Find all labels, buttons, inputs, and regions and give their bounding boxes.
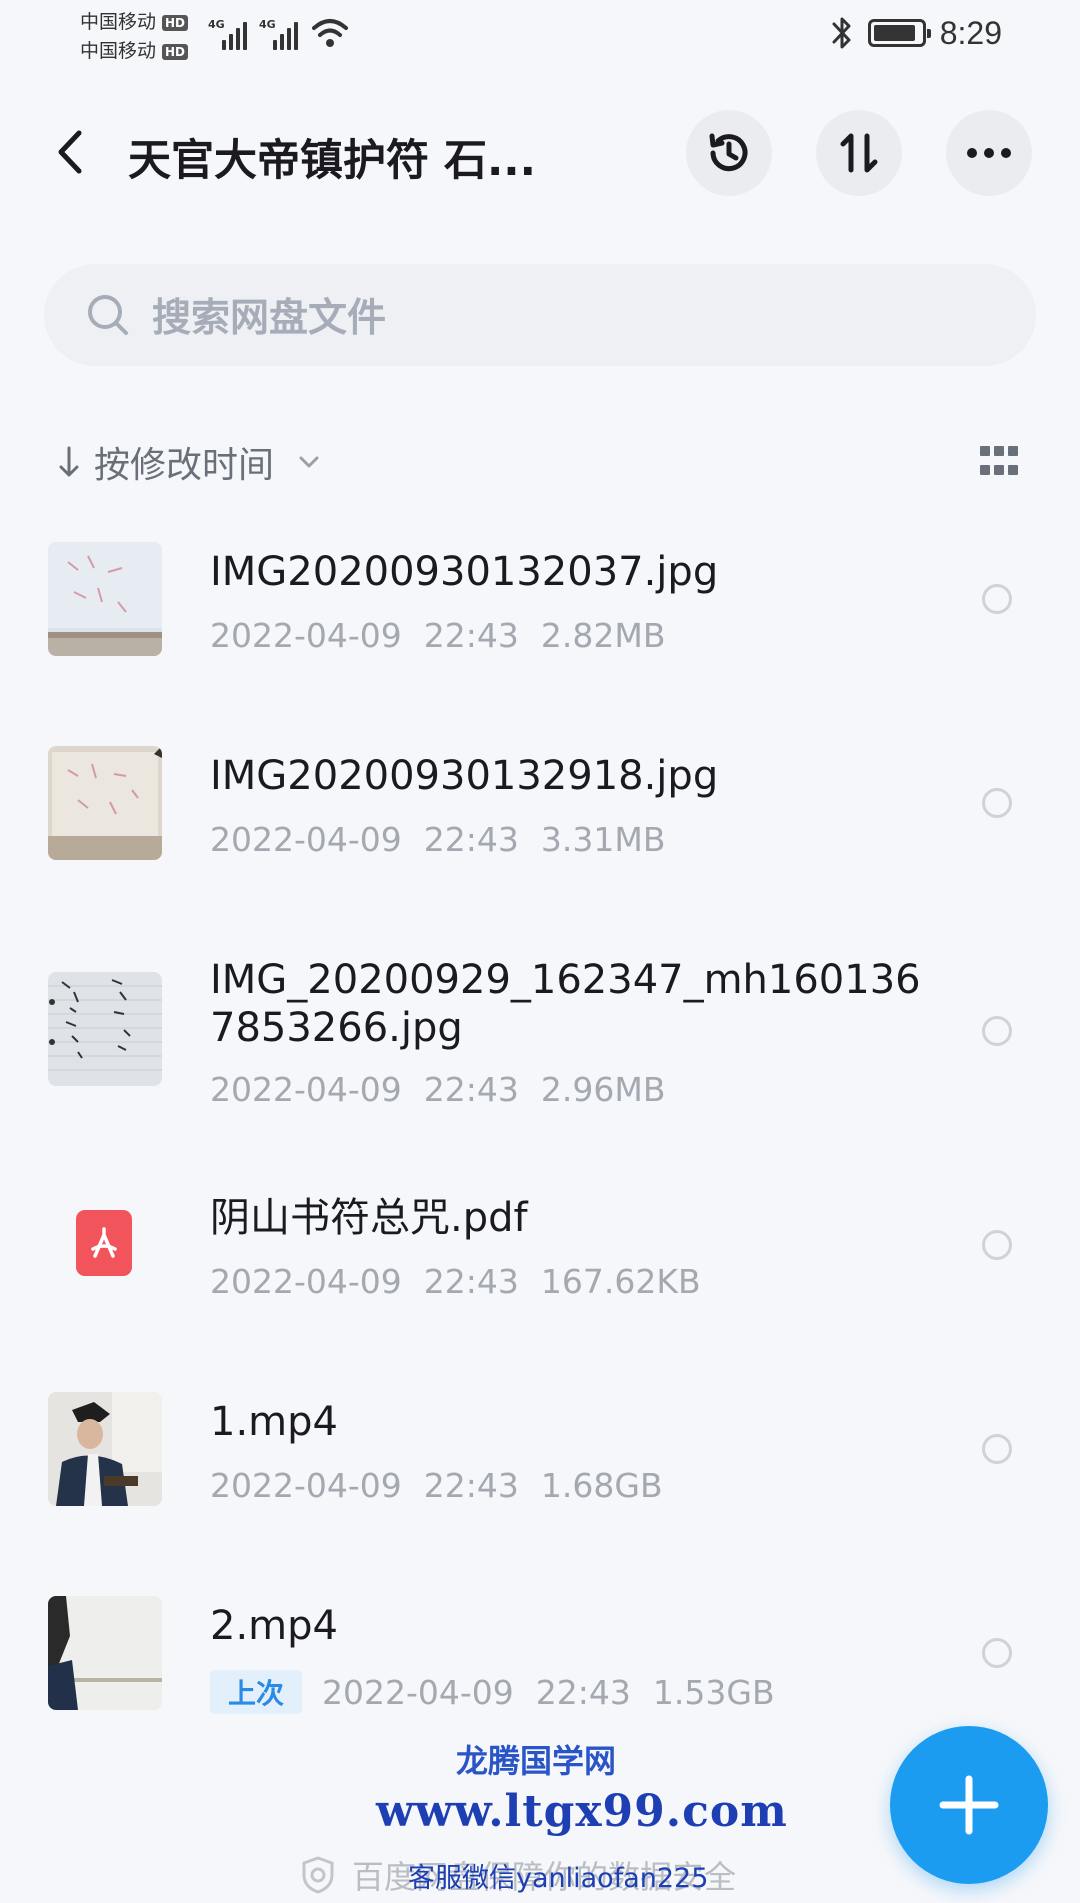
header: 天官大帝镇护符 石... — [0, 100, 1080, 204]
file-name: IMG_20200929_162347_mh1601367853266.jpg — [210, 957, 921, 1051]
battery-icon — [867, 19, 931, 47]
chevron-down-icon — [299, 456, 319, 468]
file-time: 22:43 — [423, 1070, 519, 1109]
grid-view-button[interactable] — [980, 446, 1018, 480]
file-time: 22:43 — [423, 616, 519, 655]
file-row[interactable]: 1.mp4 2022-04-09 22:43 1.68GB — [0, 1380, 1080, 1580]
video-thumbnail — [48, 1392, 162, 1506]
video-thumbnail — [48, 1596, 162, 1710]
hd-badge: HD — [162, 43, 189, 60]
search-icon — [88, 295, 128, 335]
file-size: 167.62KB — [540, 1262, 701, 1301]
chevron-left-icon — [58, 130, 82, 174]
file-meta: 2022-04-09 22:43 1.68GB — [210, 1466, 663, 1505]
signal-icon: 4G — [259, 18, 298, 50]
file-date: 2022-04-09 — [210, 1262, 402, 1301]
file-size: 1.68GB — [540, 1466, 663, 1505]
pdf-icon — [76, 1210, 132, 1276]
file-date: 2022-04-09 — [210, 1070, 402, 1109]
watermark-title: 龙腾国学网 — [456, 1742, 617, 1780]
shield-icon — [302, 1856, 334, 1894]
transfer-button[interactable] — [816, 110, 902, 196]
file-size: 2.96MB — [540, 1070, 666, 1109]
file-meta: 2022-04-09 22:43 167.62KB — [210, 1262, 701, 1301]
carrier-info: 中国移动 HD 中国移动 HD — [80, 8, 189, 66]
watermark-service: 客服微信yanliaofan225 — [408, 1863, 709, 1894]
arrow-down-icon — [59, 446, 79, 477]
clock: 8:29 — [939, 14, 1002, 51]
file-time: 22:43 — [535, 1672, 631, 1712]
back-button[interactable] — [40, 122, 100, 182]
signal-icon: 4G — [208, 18, 247, 50]
file-size: 2.82MB — [540, 616, 666, 655]
carrier-name: 中国移动 — [80, 40, 157, 62]
network-type: 4G — [208, 18, 225, 31]
file-meta: 2022-04-09 22:43 2.82MB — [210, 616, 665, 655]
watermark-url: www.ltgx99.com — [376, 1786, 788, 1837]
wifi-icon — [312, 19, 348, 47]
network-type: 4G — [259, 18, 276, 31]
search-placeholder: 搜索网盘文件 — [152, 296, 387, 341]
file-thumbnail — [48, 542, 162, 656]
bluetooth-icon — [832, 17, 851, 49]
file-name: 2.mp4 — [210, 1603, 338, 1649]
file-row[interactable]: IMG_20200929_162347_mh1601367853266.jpg … — [0, 938, 1080, 1148]
more-button[interactable] — [946, 110, 1032, 196]
select-checkbox[interactable] — [982, 584, 1012, 614]
file-name: 阴山书符总咒.pdf — [210, 1195, 528, 1241]
file-row[interactable]: IMG20200930132918.jpg 2022-04-09 22:43 3… — [0, 734, 1080, 934]
file-thumbnail — [48, 972, 162, 1086]
file-time: 22:43 — [423, 820, 519, 859]
more-icon — [967, 148, 1011, 158]
sort-bar: 按修改时间 — [0, 432, 1080, 496]
signal-indicators: 4G 4G — [208, 16, 350, 50]
hd-badge: HD — [162, 14, 189, 31]
file-name: IMG20200930132918.jpg — [210, 753, 719, 799]
page-title: 天官大帝镇护符 石... — [128, 136, 536, 186]
file-date: 2022-04-09 — [210, 616, 402, 655]
select-checkbox[interactable] — [982, 1434, 1012, 1464]
file-name: 1.mp4 — [210, 1399, 338, 1445]
file-thumbnail — [48, 746, 162, 860]
add-button[interactable] — [890, 1726, 1048, 1884]
plus-icon — [939, 1775, 999, 1835]
file-date: 2022-04-09 — [322, 1672, 514, 1712]
status-bar: 中国移动 HD 中国移动 HD 4G 4G 8:29 — [0, 0, 1080, 72]
file-date: 2022-04-09 — [210, 820, 402, 859]
last-played-badge: 上次 — [210, 1670, 303, 1714]
file-time: 22:43 — [423, 1262, 519, 1301]
transfer-icon — [840, 133, 878, 173]
file-meta: 2022-04-09 22:43 3.31MB — [210, 820, 665, 859]
file-size: 1.53GB — [652, 1672, 775, 1712]
carrier-name: 中国移动 — [80, 11, 157, 33]
select-checkbox[interactable] — [982, 1016, 1012, 1046]
history-icon — [709, 133, 748, 172]
file-name: IMG20200930132037.jpg — [210, 549, 719, 595]
sort-label: 按修改时间 — [94, 445, 275, 486]
file-time: 22:43 — [423, 1466, 519, 1505]
sort-dropdown[interactable]: 按修改时间 — [58, 436, 320, 488]
battery-level — [873, 25, 916, 41]
file-row[interactable]: 阴山书符总咒.pdf 2022-04-09 22:43 167.62KB — [0, 1176, 1080, 1372]
file-meta: 上次 2022-04-09 22:43 1.53GB — [210, 1670, 775, 1714]
file-size: 3.31MB — [540, 820, 666, 859]
search-input[interactable]: 搜索网盘文件 — [44, 264, 1036, 366]
history-button[interactable] — [686, 110, 772, 196]
select-checkbox[interactable] — [982, 1230, 1012, 1260]
select-checkbox[interactable] — [982, 788, 1012, 818]
file-meta: 2022-04-09 22:43 2.96MB — [210, 1070, 665, 1109]
file-row[interactable]: IMG20200930132037.jpg 2022-04-09 22:43 2… — [0, 530, 1080, 730]
file-date: 2022-04-09 — [210, 1466, 402, 1505]
select-checkbox[interactable] — [982, 1638, 1012, 1668]
